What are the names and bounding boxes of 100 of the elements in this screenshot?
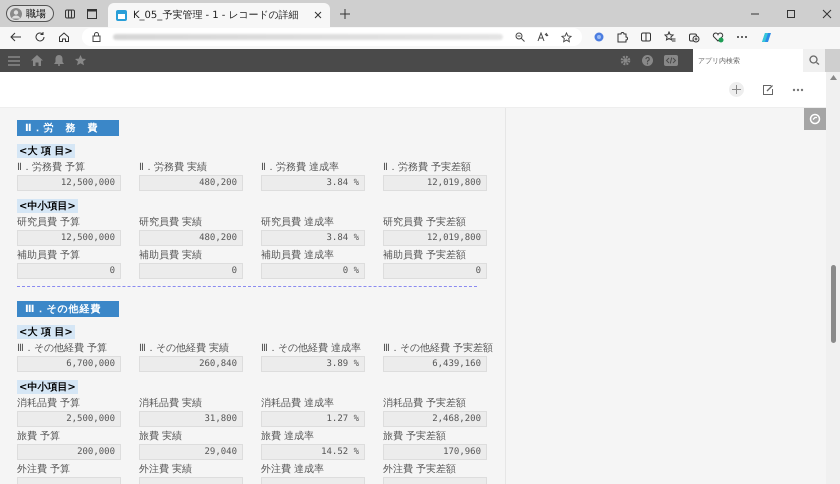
- comments-toggle-button[interactable]: [804, 108, 826, 130]
- star-icon[interactable]: [561, 32, 572, 42]
- value-field: 14.52 %: [261, 444, 365, 460]
- code-icon[interactable]: [664, 55, 678, 66]
- collections-icon[interactable]: [688, 31, 700, 43]
- field-label: Ⅱ．労務費 達成率: [261, 162, 340, 174]
- copilot-icon[interactable]: [760, 30, 773, 44]
- extension-badge-icon[interactable]: [594, 32, 604, 42]
- heart-check-icon[interactable]: [712, 31, 724, 43]
- value-field: 2,468,200: [383, 411, 487, 427]
- search-icon: [808, 55, 820, 66]
- field-label: 補助員費 達成率: [261, 250, 336, 262]
- value-field: 0: [17, 263, 121, 279]
- scroll-up-icon[interactable]: [830, 75, 836, 80]
- search-button[interactable]: [803, 49, 825, 72]
- person-icon: [10, 8, 22, 20]
- field-label: 消耗品費 予算: [17, 398, 82, 410]
- field-label: 旅費 達成率: [261, 431, 316, 443]
- maximize-icon[interactable]: [786, 8, 796, 18]
- more-dots-icon[interactable]: [736, 35, 748, 39]
- profile-button[interactable]: 職場: [6, 5, 54, 22]
- new-tab-icon[interactable]: [340, 8, 350, 18]
- field-label: 旅費 実績: [139, 431, 184, 443]
- value-field: 31,800: [139, 411, 243, 427]
- value-field: 12,019,800: [383, 175, 487, 191]
- field-label: 消耗品費 達成率: [261, 398, 336, 410]
- field-label: 外注費 実績: [139, 464, 194, 476]
- value-field: 6,439,160: [383, 356, 487, 372]
- group-label: <中小項目>: [17, 199, 78, 213]
- value-field: 0: [383, 263, 487, 279]
- value-field: 12,500,000: [17, 175, 121, 191]
- value-field: 3.84 %: [261, 230, 365, 246]
- refresh-check-icon: [809, 113, 821, 125]
- field-label: Ⅲ．その他経費 予算: [17, 343, 108, 355]
- value-field: 480,200: [139, 175, 243, 191]
- value-field: 12,500,000: [17, 230, 121, 246]
- field-label: 外注費 予算: [17, 464, 72, 476]
- edit-icon[interactable]: [762, 84, 774, 96]
- field-label: 補助員費 予実差額: [383, 250, 468, 262]
- bell-icon[interactable]: [54, 55, 64, 66]
- more-dots-icon[interactable]: [792, 88, 804, 92]
- group-label: <大 項 目>: [17, 325, 75, 339]
- add-button[interactable]: [729, 82, 744, 97]
- field-label: 消耗品費 予実差額: [383, 398, 468, 410]
- value-field: 480,200: [139, 230, 243, 246]
- field-label: 旅費 予算: [17, 431, 62, 443]
- puzzle-icon[interactable]: [616, 31, 628, 43]
- group-label: <大 項 目>: [17, 144, 75, 158]
- field-label: 外注費 達成率: [261, 464, 326, 476]
- value-field: 12,019,800: [383, 230, 487, 246]
- address-field[interactable]: [82, 28, 582, 46]
- value-field: 6,700,000: [17, 356, 121, 372]
- value-field: 0 %: [261, 263, 365, 279]
- field-label: Ⅲ．その他経費 予実差額: [383, 343, 494, 355]
- section-heading: Ⅱ．労 務 費: [17, 120, 119, 136]
- group-label: <中小項目>: [17, 380, 78, 394]
- star-icon[interactable]: [75, 55, 86, 66]
- settings-icon[interactable]: [620, 55, 631, 66]
- field-label: 消耗品費 実績: [139, 398, 204, 410]
- tab-actions-icon[interactable]: [86, 8, 98, 20]
- app-favicon-icon: [116, 10, 127, 20]
- field-label: 研究員費 実績: [139, 217, 204, 229]
- plus-icon: [732, 85, 741, 94]
- field-label: Ⅱ．労務費 予実差額: [383, 162, 472, 174]
- field-label: Ⅱ．労務費 予算: [17, 162, 86, 174]
- field-label: 研究員費 予算: [17, 217, 82, 229]
- value-field: 1.27 %: [261, 411, 365, 427]
- field-label: 補助員費 予算: [17, 250, 82, 262]
- value-field: 200,000: [17, 444, 121, 460]
- lock-icon: [92, 32, 101, 42]
- field-label: Ⅲ．その他経費 達成率: [261, 343, 362, 355]
- value-field: 2,500,000: [17, 411, 121, 427]
- section-heading: Ⅲ．その他経費: [17, 301, 119, 317]
- back-arrow-icon[interactable]: [10, 31, 22, 43]
- browser-tab[interactable]: K_05_予実管理 - 1 - レコードの詳細: [108, 3, 330, 27]
- close-icon[interactable]: [314, 11, 322, 19]
- value-field: 3.89 %: [261, 356, 365, 372]
- value-field: 0: [139, 263, 243, 279]
- refresh-icon[interactable]: [34, 31, 46, 43]
- field-label: 補助員費 実績: [139, 250, 204, 262]
- scrollbar-thumb[interactable]: [830, 265, 836, 343]
- read-aloud-icon[interactable]: [537, 32, 549, 42]
- value-field: 29,040: [139, 444, 243, 460]
- value-field: 260,840: [139, 356, 243, 372]
- workspaces-icon[interactable]: [64, 8, 76, 20]
- value-field: 170,960: [383, 444, 487, 460]
- close-icon[interactable]: [822, 8, 832, 18]
- home-icon[interactable]: [58, 31, 70, 43]
- field-label: Ⅲ．その他経費 実績: [139, 343, 230, 355]
- zoom-out-icon[interactable]: [515, 32, 525, 42]
- menu-icon[interactable]: [8, 56, 20, 66]
- favorites-icon[interactable]: [664, 31, 676, 43]
- help-icon[interactable]: [642, 55, 653, 66]
- split-screen-icon[interactable]: [640, 31, 652, 43]
- field-label: 旅費 予実差額: [383, 431, 448, 443]
- field-label: 研究員費 達成率: [261, 217, 336, 229]
- field-label: 外注費 予実差額: [383, 464, 458, 476]
- value-field: 3.84 %: [261, 175, 365, 191]
- field-label: 研究員費 予実差額: [383, 217, 468, 229]
- field-label: Ⅱ．労務費 実績: [139, 162, 208, 174]
